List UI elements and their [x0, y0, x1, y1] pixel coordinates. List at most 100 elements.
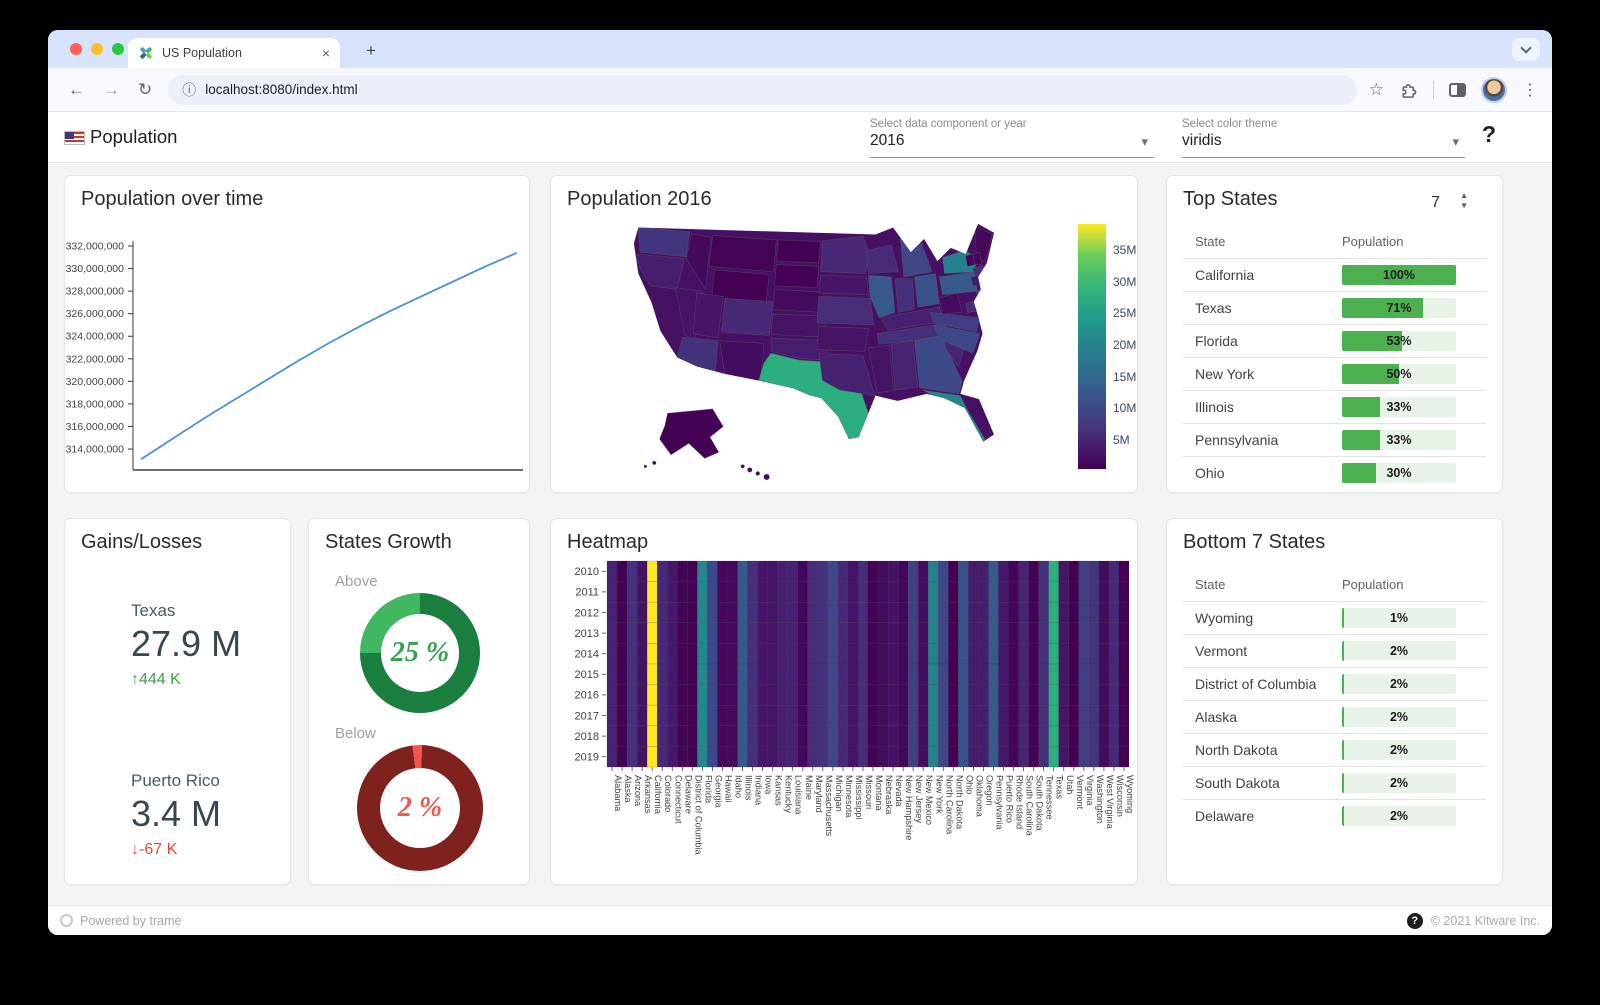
heatmap-y-label: 2016: [575, 690, 599, 702]
heatmap-cell: [707, 725, 718, 747]
heatmap-cell: [646, 663, 658, 685]
tab-search-button[interactable]: [1512, 38, 1540, 61]
heatmap-x-label: Georgia: [713, 775, 723, 809]
extensions-puzzle-icon[interactable]: [1399, 80, 1418, 99]
heatmap-cell: [1008, 684, 1019, 706]
heatmap-cell: [1048, 560, 1059, 582]
heatmap-cell: [887, 601, 899, 624]
population-percent: 53%: [1386, 334, 1412, 348]
heatmap-cell: [968, 663, 979, 685]
reload-button[interactable]: ↻: [138, 80, 152, 100]
heatmap-cell: [968, 581, 979, 603]
heatmap-card: Heatmap Alabama Alaska Arizona Arkansas Cali…: [550, 518, 1138, 885]
heatmap-cell: [697, 581, 708, 603]
stepper-down-icon[interactable]: ▼: [1460, 201, 1468, 211]
heatmap-cell: [1038, 663, 1049, 685]
states-growth-card: States Growth Above 25 % Below 2 %: [308, 518, 530, 885]
heatmap-cell: [767, 663, 778, 685]
heatmap-cell: [606, 704, 618, 727]
card-title: Gains/Losses: [81, 531, 203, 553]
heatmap-cell: [1068, 704, 1080, 727]
state-name: Ohio: [1195, 465, 1225, 481]
heatmap-cell: [747, 704, 758, 727]
heatmap-cell: [927, 684, 939, 706]
browser-tab[interactable]: US Population ×: [128, 38, 340, 68]
heatmap-cell: [817, 560, 829, 582]
heatmap-cell: [887, 663, 899, 685]
year-select[interactable]: Select data component or year 2016 ▾: [870, 118, 1154, 158]
population-bar: 2%: [1342, 641, 1456, 661]
heatmap-cell: [1018, 663, 1029, 685]
heatmap-cell: [747, 643, 758, 665]
back-button[interactable]: ←: [68, 80, 85, 100]
help-badge-icon[interactable]: ?: [1406, 912, 1423, 929]
heatmap-cell: [1038, 684, 1049, 706]
heatmap-cell: [606, 581, 618, 603]
heatmap-cell: [1098, 704, 1110, 727]
heatmap-cell: [606, 622, 618, 644]
maximize-window-button[interactable]: [112, 43, 124, 55]
heatmap-cell: [757, 560, 768, 582]
heatmap-cell: [646, 622, 658, 644]
table-row: Vermont 2%: [1183, 634, 1486, 667]
forward-button[interactable]: →: [103, 80, 120, 100]
tab-close-icon[interactable]: ×: [322, 46, 330, 60]
heatmap-cell: [666, 725, 678, 747]
heatmap-cell: [837, 560, 849, 582]
heatmap-cell: [1068, 746, 1080, 768]
close-window-button[interactable]: [70, 43, 82, 55]
help-button[interactable]: ?: [1482, 121, 1496, 148]
theme-select[interactable]: Select color theme viridis ▾: [1182, 118, 1465, 158]
heatmap-cell: [767, 601, 778, 624]
mac-window-controls[interactable]: [70, 43, 124, 55]
url-text[interactable]: localhost:8080/index.html: [205, 82, 357, 97]
heatmap-cell: [1108, 622, 1120, 644]
browser-menu-icon[interactable]: ⋮: [1522, 80, 1538, 100]
minimize-window-button[interactable]: [91, 43, 103, 55]
bookmark-star-icon[interactable]: ☆: [1369, 80, 1384, 100]
heatmap-cell: [837, 725, 849, 747]
address-bar[interactable]: ⓘ localhost:8080/index.html: [168, 74, 1357, 105]
new-tab-button[interactable]: +: [366, 42, 376, 59]
heatmap-cell: [1018, 581, 1029, 603]
heatmap-cell: [1018, 704, 1029, 727]
heatmap-cell: [988, 560, 999, 582]
above-percent: 25 %: [390, 637, 450, 668]
heatmap-cell: [797, 601, 809, 624]
below-percent: 2 %: [397, 792, 443, 823]
heatmap-cell: [817, 704, 829, 727]
count-stepper[interactable]: ▲ ▼: [1460, 191, 1468, 210]
y-tick-label: 332,000,000: [66, 241, 125, 253]
heatmap-cell: [917, 684, 929, 706]
year-select-label: Select data component or year: [870, 118, 1027, 130]
heatmap-cell: [677, 581, 688, 603]
heatmap-x-label: California: [653, 775, 663, 815]
profile-avatar[interactable]: [1481, 76, 1507, 103]
app-header: Population Select data component or year…: [48, 112, 1552, 163]
heatmap-cell: [857, 746, 869, 768]
heatmap-cell: [636, 704, 648, 727]
heatmap-cell: [1078, 622, 1090, 644]
stepper-up-icon[interactable]: ▲: [1460, 191, 1468, 201]
heatmap-cell: [917, 560, 929, 582]
side-panel-icon[interactable]: [1449, 82, 1466, 97]
site-info-icon[interactable]: ⓘ: [182, 80, 196, 100]
heatmap-cell: [787, 746, 798, 768]
heatmap-cell: [1088, 622, 1100, 644]
heatmap-cell: [897, 560, 909, 582]
heatmap-cell: [616, 704, 628, 727]
heatmap-cell: [767, 581, 778, 603]
heatmap-cell: [646, 684, 658, 706]
heatmap-cell: [1088, 704, 1100, 727]
heatmap-cell: [927, 725, 939, 747]
population-percent: 2%: [1389, 776, 1409, 790]
heatmap-cell: [677, 643, 688, 665]
heatmap-cell: [626, 746, 638, 768]
heatmap-cell: [837, 643, 849, 665]
heatmap-x-label: Maryland: [814, 775, 824, 813]
heatmap-cell: [1038, 643, 1049, 665]
top-states-count-input[interactable]: 7: [1431, 194, 1440, 212]
y-tick-label: 318,000,000: [66, 398, 125, 410]
heatmap-cell: [998, 663, 1009, 685]
heatmap-cell: [958, 725, 969, 747]
